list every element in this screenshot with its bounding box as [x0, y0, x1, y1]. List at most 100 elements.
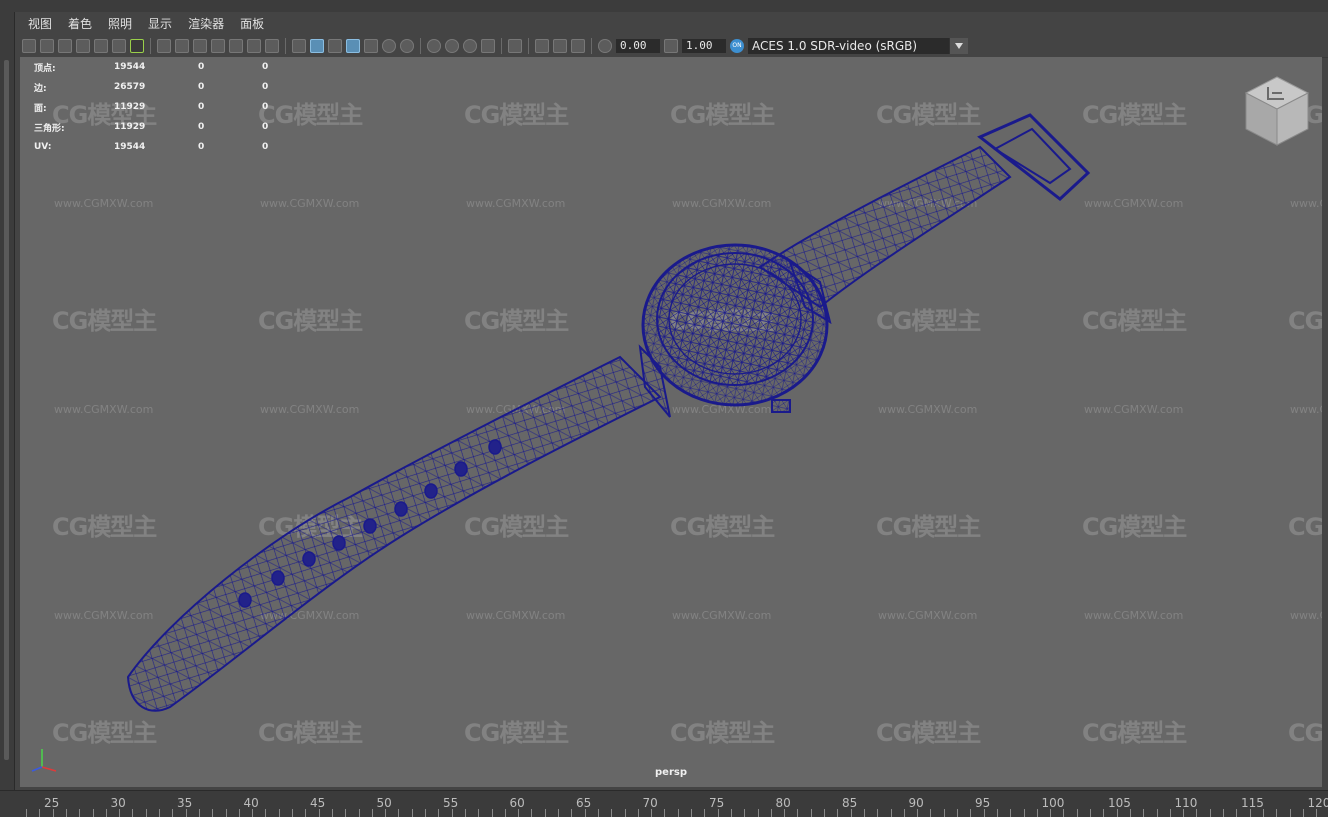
colorspace-toggle[interactable]: ON	[730, 39, 744, 53]
resolution-gate-icon[interactable]	[193, 39, 207, 53]
hud-value: 0	[198, 122, 262, 132]
field-chart-icon[interactable]	[229, 39, 243, 53]
exposure-field[interactable]: 0.00	[616, 39, 660, 53]
axis-gizmo-icon	[28, 745, 62, 779]
hud-value: 0	[262, 62, 282, 72]
hud-label: 面:	[34, 101, 114, 114]
wireframe-on-shaded-icon[interactable]	[328, 39, 342, 53]
chevron-down-icon[interactable]	[949, 38, 968, 54]
menu-shading[interactable]: 着色	[60, 15, 100, 32]
shadows-icon[interactable]	[400, 39, 414, 53]
smooth-shade-icon[interactable]	[310, 39, 324, 53]
panel-frame-top	[14, 0, 1328, 12]
timeline-tick-label: 100	[1042, 796, 1065, 810]
menu-view[interactable]: 视图	[20, 15, 60, 32]
gate-mask-icon[interactable]	[211, 39, 225, 53]
timeline-tick-label: 80	[776, 796, 791, 810]
menu-renderer[interactable]: 渲染器	[180, 15, 232, 32]
toolbar-separator	[501, 38, 502, 54]
grease-pencil-icon[interactable]	[94, 39, 108, 53]
toolbar-separator	[528, 38, 529, 54]
panel-toolbar: 0.00 1.00 ON ACES 1.0 SDR-video (sRGB)	[20, 35, 1328, 58]
image-plane-icon[interactable]	[76, 39, 90, 53]
exposure-icon[interactable]	[598, 39, 612, 53]
hud-value: 0	[262, 102, 282, 112]
wireframe-icon[interactable]	[292, 39, 306, 53]
watch-face	[657, 253, 813, 385]
timeline-tick-label: 75	[709, 796, 724, 810]
left-scrollbar[interactable]	[4, 60, 9, 760]
menu-show[interactable]: 显示	[140, 15, 180, 32]
checker-icon[interactable]	[364, 39, 378, 53]
menu-lighting[interactable]: 照明	[100, 15, 140, 32]
grid-icon[interactable]	[157, 39, 171, 53]
anti-aliasing-icon[interactable]	[463, 39, 477, 53]
toolbar-separator	[150, 38, 151, 54]
view-cube[interactable]	[1242, 75, 1312, 149]
watch-wireframe-model[interactable]	[20, 57, 1322, 787]
hud-value: 0	[198, 82, 262, 92]
timeline-tick-label: 65	[576, 796, 591, 810]
safe-title-icon[interactable]	[265, 39, 279, 53]
hud-value: 0	[198, 142, 262, 152]
hud-value: 19544	[114, 62, 198, 72]
hud-value: 11929	[114, 102, 198, 112]
camera-name-label: persp	[655, 767, 687, 778]
hud-row-edges: 边: 26579 0 0	[34, 77, 282, 97]
menu-panels[interactable]: 面板	[232, 15, 272, 32]
timeline-tick-label: 110	[1175, 796, 1198, 810]
grease-pencil-active-icon[interactable]	[130, 39, 144, 53]
timeline-tick-label: 105	[1108, 796, 1131, 810]
screen-space-ao-icon[interactable]	[427, 39, 441, 53]
colorspace-select[interactable]: ACES 1.0 SDR-video (sRGB)	[748, 38, 968, 54]
timeline-tick-label: 95	[975, 796, 990, 810]
colorspace-select-value: ACES 1.0 SDR-video (sRGB)	[752, 39, 917, 53]
hud-value: 0	[198, 102, 262, 112]
motion-blur-icon[interactable]	[445, 39, 459, 53]
timeline-tick-label: 45	[310, 796, 325, 810]
timeline-tick-label: 70	[643, 796, 658, 810]
toolbar-separator	[420, 38, 421, 54]
timeline-tick-label: 40	[244, 796, 259, 810]
hud-row-vertices: 顶点: 19544 0 0	[34, 57, 282, 77]
left-side-strip	[0, 0, 15, 790]
timeline-tick-label: 120	[1308, 796, 1328, 810]
timeline-tick-label: 35	[177, 796, 192, 810]
hud-value: 11929	[114, 122, 198, 132]
panel-menu-bar: 视图 着色 照明 显示 渲染器 面板	[20, 12, 1328, 34]
hud-label: 三角形:	[34, 121, 114, 134]
timeline-tick-label: 50	[377, 796, 392, 810]
hud-value: 0	[198, 62, 262, 72]
hud-value: 26579	[114, 82, 198, 92]
hud-label: 顶点:	[34, 61, 114, 74]
bookmark-icon[interactable]	[58, 39, 72, 53]
poly-count-hud: 顶点: 19544 0 0 边: 26579 0 0 面: 11929 0 0 …	[34, 57, 282, 157]
hud-label: 边:	[34, 81, 114, 94]
hud-row-uvs: UV: 19544 0 0	[34, 137, 282, 157]
timeline-tick-label: 90	[909, 796, 924, 810]
perspective-viewport[interactable]: CG模型主CG模型主CG模型主CG模型主CG模型主CG模型主CG模型主CG模型主…	[20, 57, 1322, 787]
gamma-icon[interactable]	[664, 39, 678, 53]
depth-of-field-icon[interactable]	[481, 39, 495, 53]
camera-attributes-icon[interactable]	[40, 39, 54, 53]
film-gate-icon[interactable]	[175, 39, 189, 53]
toolbar-separator	[591, 38, 592, 54]
safe-action-icon[interactable]	[247, 39, 261, 53]
isolate-select-icon[interactable]	[508, 39, 522, 53]
timeline-tick-label: 60	[510, 796, 525, 810]
camera-select-icon[interactable]	[22, 39, 36, 53]
xray-icon[interactable]	[535, 39, 549, 53]
watch-crown	[772, 400, 790, 412]
2d-pan-zoom-icon[interactable]	[112, 39, 126, 53]
use-all-lights-icon[interactable]	[382, 39, 396, 53]
hud-value: 19544	[114, 142, 198, 152]
hud-value: 0	[262, 142, 282, 152]
xray-components-icon[interactable]	[571, 39, 585, 53]
timeline-tick-label: 25	[44, 796, 59, 810]
hud-label: UV:	[34, 142, 114, 152]
hud-row-faces: 面: 11929 0 0	[34, 97, 282, 117]
textured-icon[interactable]	[346, 39, 360, 53]
xray-joints-icon[interactable]	[553, 39, 567, 53]
time-slider[interactable]: 2530354045505560657075808590951001051101…	[0, 790, 1328, 817]
gamma-field[interactable]: 1.00	[682, 39, 726, 53]
